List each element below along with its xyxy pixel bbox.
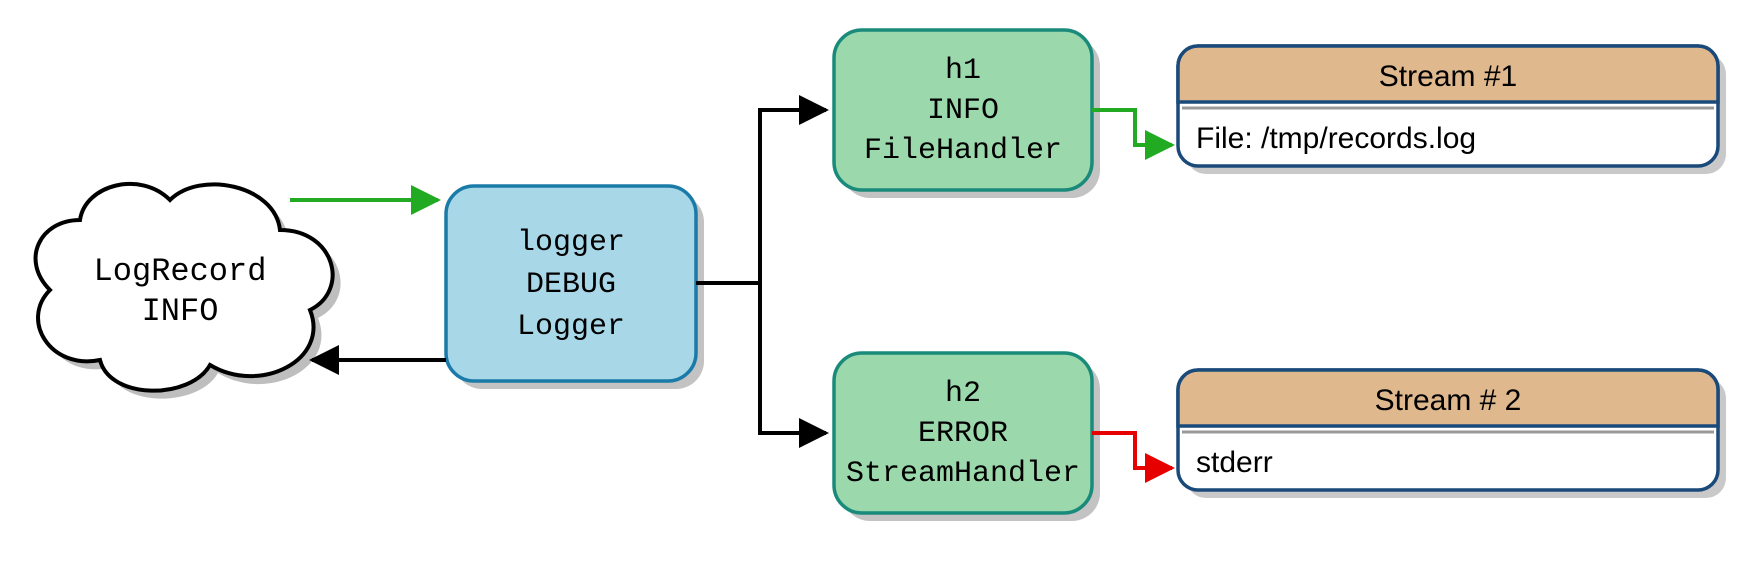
logrecord-cloud: LogRecord INFO (36, 184, 333, 391)
logger-class: Logger (517, 310, 625, 344)
handler1-name: h1 (945, 54, 981, 88)
stream2-frame: Stream # 2 stderr (1178, 370, 1726, 498)
logger-box: logger DEBUG Logger (446, 186, 696, 381)
stream1-title: Stream #1 (1379, 60, 1517, 93)
logger-name: logger (517, 226, 625, 260)
handler2-level: ERROR (918, 417, 1008, 451)
logrecord-label-line1: LogRecord (94, 253, 267, 290)
stream1-content: File: /tmp/records.log (1196, 122, 1476, 155)
arrow-logger-to-h1 (696, 110, 826, 283)
arrow-logger-to-h2 (696, 283, 826, 433)
logrecord-label-line2: INFO (142, 293, 219, 330)
handler2-name: h2 (945, 377, 981, 411)
handler1-box: h1 INFO FileHandler (834, 30, 1092, 190)
stream2-content: stderr (1196, 446, 1273, 479)
logger-level: DEBUG (526, 268, 616, 302)
handler2-class: StreamHandler (846, 457, 1080, 491)
stream2-title: Stream # 2 (1375, 384, 1522, 417)
stream1-frame: Stream #1 File: /tmp/records.log (1178, 46, 1726, 174)
handler1-class: FileHandler (864, 134, 1062, 168)
handler1-level: INFO (927, 94, 999, 128)
arrow-h1-to-stream1 (1092, 110, 1172, 145)
handler2-box: h2 ERROR StreamHandler (834, 353, 1092, 513)
arrow-h2-to-stream2 (1092, 433, 1172, 468)
